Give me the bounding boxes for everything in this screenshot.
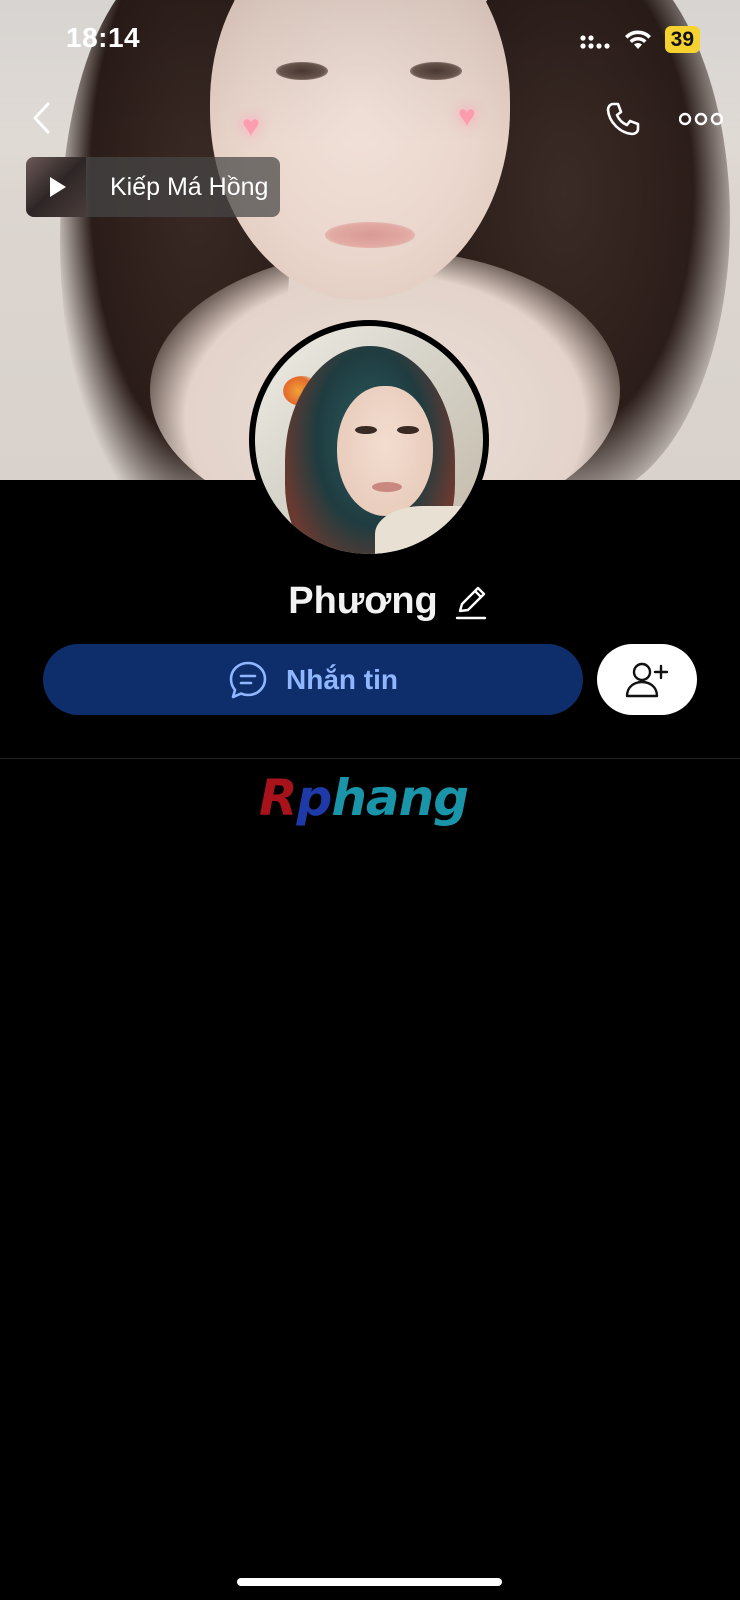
add-friend-button[interactable] [597,644,697,715]
watermark-part-3: hang [331,769,469,827]
music-album-thumbnail [26,157,86,217]
music-title: Kiếp Má Hồng [110,172,269,201]
watermark-logo: Rphang [259,768,481,828]
back-button[interactable] [22,98,62,138]
profile-name-row: Phương [0,580,740,623]
more-horizontal-icon [679,112,723,126]
pencil-icon[interactable] [454,583,488,621]
home-indicator[interactable] [237,1578,502,1586]
wifi-icon [624,29,651,49]
status-icons: 39 [579,26,700,53]
phone-icon [606,102,640,136]
watermark-part-1: R [259,769,298,827]
send-message-label: Nhắn tin [286,663,398,695]
avatar-photo-lips [372,482,402,492]
chat-bubble-icon [229,661,267,698]
profile-music-chip[interactable]: Kiếp Má Hồng [26,157,280,217]
cellular-signal-icon [580,34,610,49]
play-icon [50,177,66,197]
avatar-photo-shirt [375,506,483,554]
avatar-photo-eye-left [355,426,377,434]
watermark-part-2: p [296,769,333,827]
profile-avatar[interactable] [249,320,489,560]
call-button[interactable] [600,96,646,142]
add-user-icon [625,662,669,697]
avatar-photo-face [337,386,433,516]
send-message-button[interactable]: Nhắn tin [43,644,583,715]
avatar-photo [255,326,483,554]
battery-indicator: 39 [664,26,700,53]
avatar-photo-eye-right [397,426,419,434]
status-time: 18:14 [66,22,141,53]
section-divider [0,758,740,759]
chevron-left-icon [33,102,50,134]
more-options-button[interactable] [678,104,724,134]
profile-name: Phương [288,580,438,622]
